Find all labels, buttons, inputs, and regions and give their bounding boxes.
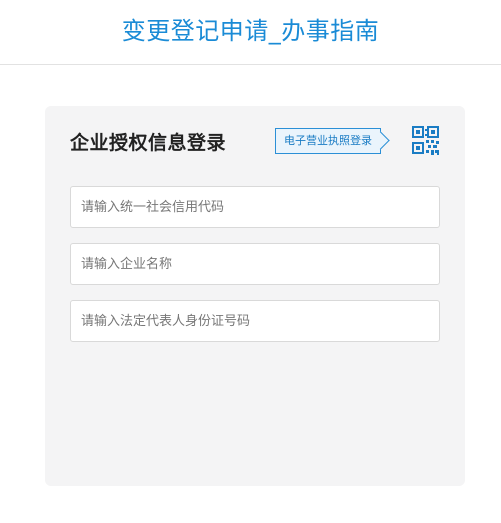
page-title: 变更登记申请_办事指南: [121, 17, 380, 45]
qr-code-icon[interactable]: [412, 126, 440, 156]
credit-code-input[interactable]: [70, 186, 440, 228]
company-name-input[interactable]: [70, 243, 440, 285]
login-card-title: 企业授权信息登录: [70, 132, 227, 154]
legal-rep-id-input[interactable]: [70, 300, 440, 342]
page-header: 变更登记申请_办事指南: [0, 0, 501, 65]
e-license-login-button[interactable]: 电子营业执照登录: [275, 128, 381, 154]
login-card: 企业授权信息登录 电子营业执照登录: [45, 106, 465, 486]
page: 变更登记申请_办事指南 企业授权信息登录 电子营业执照登录: [0, 0, 501, 523]
